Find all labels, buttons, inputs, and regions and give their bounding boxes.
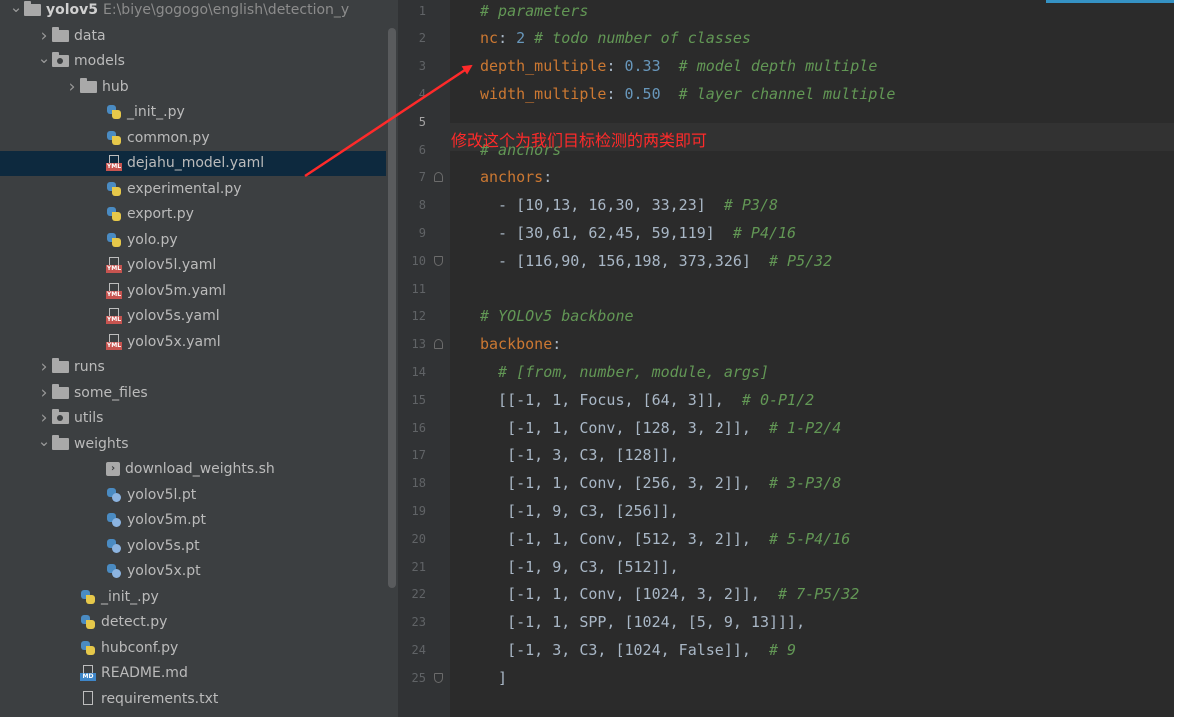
ide-window: ⌄ yolov5 E:\biye\gogogo\english\detection_… xyxy=(0,0,1174,717)
annotation-arrow xyxy=(304,64,473,178)
arrow-line xyxy=(304,64,473,178)
